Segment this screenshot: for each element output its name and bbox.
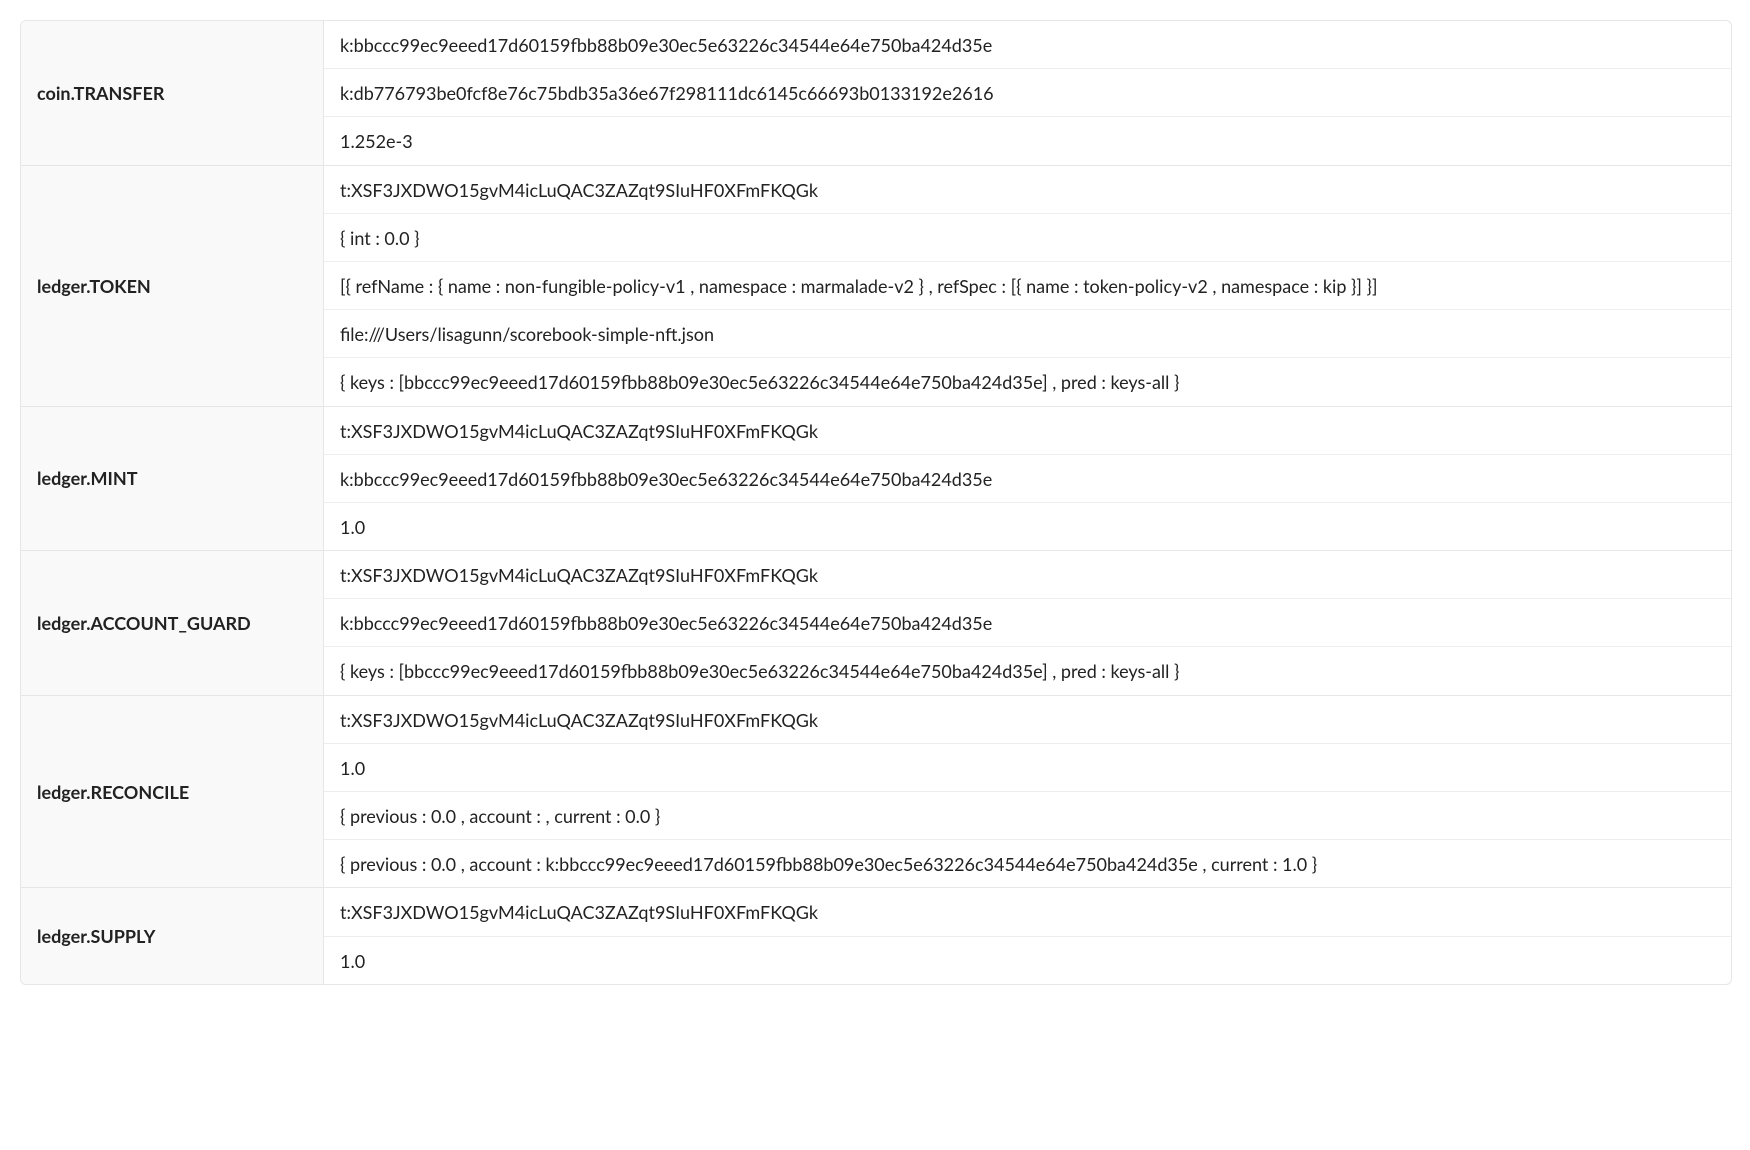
event-label: ledger.TOKEN xyxy=(21,166,324,406)
event-label: ledger.ACCOUNT_GUARD xyxy=(21,551,324,695)
event-label: ledger.MINT xyxy=(21,407,324,551)
event-value: k:bbccc99ec9eeed17d60159fbb88b09e30ec5e6… xyxy=(324,455,1731,503)
event-values: t:XSF3JXDWO15gvM4icLuQAC3ZAZqt9SIuHF0XFm… xyxy=(324,551,1731,695)
event-value: t:XSF3JXDWO15gvM4icLuQAC3ZAZqt9SIuHF0XFm… xyxy=(324,888,1731,936)
event-value: { previous : 0.0 , account : k:bbccc99ec… xyxy=(324,840,1731,887)
table-row: ledger.MINTt:XSF3JXDWO15gvM4icLuQAC3ZAZq… xyxy=(21,407,1731,552)
event-value: 1.0 xyxy=(324,503,1731,550)
event-values: k:bbccc99ec9eeed17d60159fbb88b09e30ec5e6… xyxy=(324,21,1731,165)
event-value: [{ refName : { name : non-fungible-polic… xyxy=(324,262,1731,310)
event-value: { keys : [bbccc99ec9eeed17d60159fbb88b09… xyxy=(324,358,1731,405)
table-row: coin.TRANSFERk:bbccc99ec9eeed17d60159fbb… xyxy=(21,21,1731,166)
event-value: { keys : [bbccc99ec9eeed17d60159fbb88b09… xyxy=(324,647,1731,694)
event-value: t:XSF3JXDWO15gvM4icLuQAC3ZAZqt9SIuHF0XFm… xyxy=(324,696,1731,744)
event-label: ledger.RECONCILE xyxy=(21,696,324,888)
event-value: { int : 0.0 } xyxy=(324,214,1731,262)
event-value: k:db776793be0fcf8e76c75bdb35a36e67f29811… xyxy=(324,69,1731,117)
event-value: 1.0 xyxy=(324,744,1731,792)
event-value: k:bbccc99ec9eeed17d60159fbb88b09e30ec5e6… xyxy=(324,599,1731,647)
events-table: coin.TRANSFERk:bbccc99ec9eeed17d60159fbb… xyxy=(20,20,1732,985)
table-row: ledger.SUPPLYt:XSF3JXDWO15gvM4icLuQAC3ZA… xyxy=(21,888,1731,983)
event-value: t:XSF3JXDWO15gvM4icLuQAC3ZAZqt9SIuHF0XFm… xyxy=(324,551,1731,599)
event-values: t:XSF3JXDWO15gvM4icLuQAC3ZAZqt9SIuHF0XFm… xyxy=(324,166,1731,406)
event-value: k:bbccc99ec9eeed17d60159fbb88b09e30ec5e6… xyxy=(324,21,1731,69)
event-value: { previous : 0.0 , account : , current :… xyxy=(324,792,1731,840)
event-value: 1.0 xyxy=(324,937,1731,984)
event-label: coin.TRANSFER xyxy=(21,21,324,165)
event-value: 1.252e-3 xyxy=(324,117,1731,164)
table-row: ledger.ACCOUNT_GUARDt:XSF3JXDWO15gvM4icL… xyxy=(21,551,1731,696)
event-values: t:XSF3JXDWO15gvM4icLuQAC3ZAZqt9SIuHF0XFm… xyxy=(324,888,1731,983)
table-row: ledger.TOKENt:XSF3JXDWO15gvM4icLuQAC3ZAZ… xyxy=(21,166,1731,407)
event-values: t:XSF3JXDWO15gvM4icLuQAC3ZAZqt9SIuHF0XFm… xyxy=(324,407,1731,551)
event-value: t:XSF3JXDWO15gvM4icLuQAC3ZAZqt9SIuHF0XFm… xyxy=(324,407,1731,455)
table-row: ledger.RECONCILEt:XSF3JXDWO15gvM4icLuQAC… xyxy=(21,696,1731,889)
event-label: ledger.SUPPLY xyxy=(21,888,324,983)
event-values: t:XSF3JXDWO15gvM4icLuQAC3ZAZqt9SIuHF0XFm… xyxy=(324,696,1731,888)
event-value: file:///Users/lisagunn/scorebook-simple-… xyxy=(324,310,1731,358)
event-value: t:XSF3JXDWO15gvM4icLuQAC3ZAZqt9SIuHF0XFm… xyxy=(324,166,1731,214)
